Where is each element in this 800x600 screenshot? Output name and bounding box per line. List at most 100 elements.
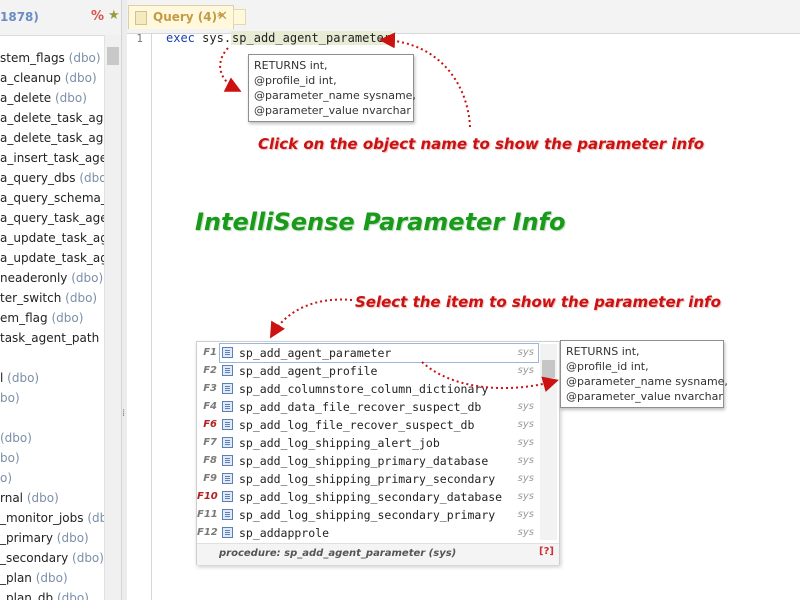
tree-item[interactable]: a_update_task_agen xyxy=(0,228,104,248)
tree-item[interactable]: a_delete_task_agent xyxy=(0,128,104,148)
tree-item[interactable]: ter_switch (dbo) xyxy=(0,288,104,308)
param-line: @profile_id int, xyxy=(254,74,337,87)
tree-item[interactable]: task_agent_path (db xyxy=(0,328,104,348)
filter-percent-icon[interactable]: % xyxy=(91,9,104,24)
param-line: @parameter_value nvarchar xyxy=(254,104,411,117)
tree-item-name: _primary xyxy=(0,531,53,545)
completion-item[interactable]: sp_add_agent_parameter sys xyxy=(219,343,539,363)
tree-item[interactable]: bo) xyxy=(0,448,104,468)
tree-item-schema: (dbo) xyxy=(65,291,98,305)
procedure-icon xyxy=(222,347,233,358)
param-line: RETURNS int, xyxy=(254,59,328,72)
new-tab-button[interactable] xyxy=(233,9,246,25)
favorite-star-icon[interactable]: ★ xyxy=(108,8,120,23)
completion-item[interactable]: sp_add_log_shipping_secondary_database sy… xyxy=(220,488,538,506)
help-icon[interactable]: [?] xyxy=(539,546,554,557)
completion-scrollbar[interactable] xyxy=(540,344,557,540)
close-tab-icon[interactable]: ✕ xyxy=(217,9,228,24)
completion-item-schema: sys xyxy=(517,509,534,520)
tree-item-name: stem_flags xyxy=(0,51,65,65)
completion-item[interactable]: sp_add_log_shipping_primary_database sys xyxy=(220,452,538,470)
completion-item[interactable]: sp_add_columnstore_column_dictionary xyxy=(220,380,538,398)
completion-item[interactable]: sp_add_log_file_recover_suspect_db sys xyxy=(220,416,538,434)
procedure-icon xyxy=(222,437,233,448)
completion-footer: procedure: sp_add_agent_parameter (sys) … xyxy=(197,543,559,565)
tree-item-name: task_agent_path xyxy=(0,331,100,345)
tree-item-schema: (dbo) xyxy=(7,371,40,385)
procedure-icon xyxy=(222,383,233,394)
shortcut-key-column: F1 F2 F3 F4 F6 F7 F8 F9 F10 F11 F12 xyxy=(197,344,218,542)
completion-item-name: sp_add_agent_profile xyxy=(239,364,378,378)
completion-item[interactable]: sp_addapprole sys xyxy=(220,524,538,542)
completion-scrollbar-thumb[interactable] xyxy=(542,360,555,378)
shortcut-key-label: F10 xyxy=(197,491,218,502)
tree-item[interactable]: a_delete_task_agent xyxy=(0,108,104,128)
shortcut-key-label: F9 xyxy=(203,473,217,484)
tree-item[interactable]: a_update_task_agen xyxy=(0,248,104,268)
procedure-icon xyxy=(222,491,233,502)
completion-item[interactable]: sp_add_log_shipping_secondary_primary sys xyxy=(220,506,538,524)
tree-item-name: a_update_task_agen xyxy=(0,231,104,245)
tree-item[interactable]: a_query_schema_ve xyxy=(0,188,104,208)
tree-item-schema: (dbo) xyxy=(56,531,89,545)
procedure-icon xyxy=(222,473,233,484)
tree-item[interactable] xyxy=(0,348,104,368)
code-line[interactable]: exec sys.sp_add_agent_parameter xyxy=(166,31,392,45)
completion-item[interactable]: sp_add_data_file_recover_suspect_db sys xyxy=(220,398,538,416)
tree-item[interactable]: neaderonly (dbo) xyxy=(0,268,104,288)
tree-item[interactable]: _monitor_jobs (dbo xyxy=(0,508,104,528)
completion-item[interactable]: sp_add_log_shipping_primary_secondary sys xyxy=(220,470,538,488)
tree-item-name: neaderonly xyxy=(0,271,68,285)
param-line: @parameter_name sysname, xyxy=(566,375,728,388)
code-object-name[interactable]: sp_add_agent_parameter xyxy=(231,31,392,45)
tree-item[interactable]: _primary (dbo) xyxy=(0,528,104,548)
tree-item[interactable]: o) xyxy=(0,468,104,488)
tree-item[interactable]: rnal (dbo) xyxy=(0,488,104,508)
tree-item-name: _secondary xyxy=(0,551,69,565)
shortcut-key-label: F12 xyxy=(197,527,218,538)
shortcut-key-label: F2 xyxy=(203,365,217,376)
tree-item-schema: (dbo) xyxy=(51,311,84,325)
tree-item-name: ter_switch xyxy=(0,291,62,305)
tree-item-name: a_query_schema_ve xyxy=(0,191,104,205)
tree-item[interactable]: _plan (dbo) xyxy=(0,568,104,588)
tree-scrollbar[interactable] xyxy=(104,35,121,600)
tree-item-name: _monitor_jobs xyxy=(0,511,84,525)
procedure-icon xyxy=(222,509,233,520)
tree-item-name: a_cleanup xyxy=(0,71,61,85)
gutter-divider xyxy=(151,34,152,600)
procedure-icon xyxy=(222,401,233,412)
completion-item[interactable]: sp_add_log_shipping_alert_job sys xyxy=(220,434,538,452)
tab-query[interactable]: Query (4)* ✕ xyxy=(128,5,234,29)
tree-item-name: a_insert_task_agent_ xyxy=(0,151,104,165)
tree-scrollbar-thumb[interactable] xyxy=(107,47,119,65)
tree-item[interactable]: a_query_task_agent_ xyxy=(0,208,104,228)
tree-item[interactable]: l (dbo) xyxy=(0,368,104,388)
tree-item[interactable]: a_cleanup (dbo) xyxy=(0,68,104,88)
tree-item[interactable]: a_delete (dbo) xyxy=(0,88,104,108)
tree-item[interactable]: bo) xyxy=(0,388,104,408)
tree-item[interactable]: em_flag (dbo) xyxy=(0,308,104,328)
tree-item-name: a_update_task_agen xyxy=(0,251,104,265)
completion-item-schema: sys xyxy=(517,347,534,358)
completion-item[interactable]: sp_add_agent_profile sys xyxy=(220,362,538,380)
tree-list: stem_flags (dbo) a_cleanup (dbo) a_delete … xyxy=(0,48,104,600)
completion-item-name: sp_add_log_shipping_secondary_primary xyxy=(239,508,496,522)
tree-item[interactable]: _plan_db (dbo) xyxy=(0,588,104,600)
completion-item-name: sp_add_agent_parameter xyxy=(239,346,392,360)
tree-item[interactable]: stem_flags (dbo) xyxy=(0,48,104,68)
splitter-grip-icon[interactable]: ⁞ xyxy=(122,408,125,419)
tree-header: 1878) % ★ xyxy=(0,0,121,36)
tree-item[interactable] xyxy=(0,408,104,428)
tree-item[interactable]: a_query_dbs (dbo) xyxy=(0,168,104,188)
tree-item-schema: bo) xyxy=(0,451,20,465)
code-schema-prefix: sys. xyxy=(202,31,232,45)
tree-item-schema: (dbo) xyxy=(26,491,59,505)
tree-item[interactable]: (dbo) xyxy=(0,428,104,448)
tree-item[interactable]: _secondary (dbo) xyxy=(0,548,104,568)
completion-description: procedure: sp_add_agent_parameter (sys) xyxy=(219,548,457,559)
tree-item-name: em_flag xyxy=(0,311,48,325)
completion-item-schema: sys xyxy=(517,419,534,430)
tree-item[interactable]: a_insert_task_agent_ xyxy=(0,148,104,168)
tree-item-name: a_delete_task_agent xyxy=(0,131,104,145)
